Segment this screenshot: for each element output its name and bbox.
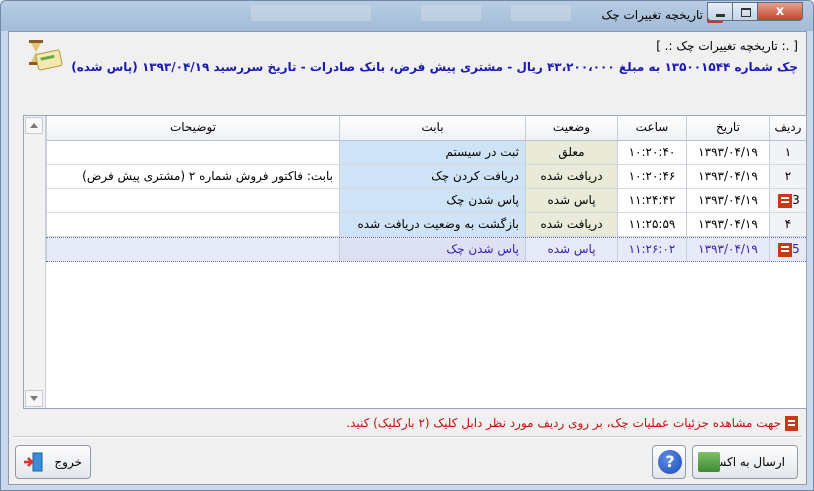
cell-description <box>46 141 339 164</box>
exit-label: خروج <box>54 455 82 469</box>
cell-babat: دریافت کردن چک <box>339 165 525 188</box>
cell-time: ۱۱:۲۶:۰۲ <box>617 238 686 261</box>
cell-radif: ۱ <box>769 141 806 164</box>
cell-date: ۱۳۹۳/۰۴/۱۹ <box>686 165 769 188</box>
column-header-babat[interactable]: بابت <box>339 116 525 140</box>
history-table[interactable]: ردیف تاریخ ساعت وضعیت بابت توضیحات ۱ ۱۳۹… <box>23 115 807 409</box>
minimize-button[interactable] <box>707 2 733 21</box>
vertical-scrollbar[interactable] <box>24 116 46 408</box>
cell-babat: ثبت در سیستم <box>339 141 525 164</box>
column-header-status[interactable]: وضعیت <box>525 116 617 140</box>
close-button[interactable]: x <box>757 2 803 21</box>
dialog-client-area: [ .: تاریخچه تغییرات چک :. ] چک شماره ۱۳… <box>8 31 807 485</box>
column-header-date[interactable]: تاریخ <box>686 116 769 140</box>
scroll-up-arrow-icon[interactable] <box>25 117 43 134</box>
cell-time: ۱۰:۲۰:۴۰ <box>617 141 686 164</box>
cell-time: ۱۱:۲۵:۵۹ <box>617 213 686 236</box>
help-icon: ? <box>658 450 682 474</box>
exit-button[interactable]: خروج <box>15 445 91 479</box>
background-window-ghost <box>421 5 481 21</box>
help-button[interactable]: ? <box>652 445 686 479</box>
row-radif-value: 5 <box>792 242 800 256</box>
check-operation-icon[interactable] <box>778 242 793 257</box>
section-label: [ .: تاریخچه تغییرات چک :. ] <box>656 39 798 53</box>
cell-status: پاس شده <box>525 238 617 261</box>
column-header-description[interactable]: توضیحات <box>46 116 339 140</box>
cell-description <box>46 189 339 212</box>
table-header: ردیف تاریخ ساعت وضعیت بابت توضیحات <box>46 116 806 141</box>
check-summary: چک شماره ۱۳۵۰۰۱۵۴۴ به مبلغ ۴۳،۲۰۰،۰۰۰ ری… <box>71 60 798 74</box>
cell-babat: بازگشت به وضعیت دریافت شده <box>339 213 525 236</box>
cell-time: ۱۱:۲۴:۴۲ <box>617 189 686 212</box>
table-row[interactable]: ۴ ۱۳۹۳/۰۴/۱۹ ۱۱:۲۵:۵۹ دریافت شده بازگشت … <box>46 213 806 237</box>
cell-time: ۱۰:۲۰:۴۶ <box>617 165 686 188</box>
cell-date: ۱۳۹۳/۰۴/۱۹ <box>686 141 769 164</box>
hint-text: جهت مشاهده جزئیات عملیات چک، بر روی ردیف… <box>346 416 798 431</box>
cell-date: ۱۳۹۳/۰۴/۱۹ <box>686 189 769 212</box>
cell-status: دریافت شده <box>525 213 617 236</box>
cell-radif: 5 <box>769 238 806 261</box>
cell-radif: 3 <box>769 189 806 212</box>
background-window-ghost <box>511 5 571 21</box>
send-to-excel-button[interactable]: ارسال به اکسل <box>692 445 798 479</box>
cell-description <box>46 238 339 261</box>
maximize-button[interactable] <box>732 2 758 21</box>
table-row-selected[interactable]: 5 ۱۳۹۳/۰۴/۱۹ ۱۱:۲۶:۰۲ پاس شده پاس شدن چک <box>46 237 806 262</box>
title-bar[interactable]: تاریخچه تغییرات چک x <box>1 1 813 31</box>
row-radif-value: 3 <box>792 193 800 207</box>
table-row[interactable]: 3 ۱۳۹۳/۰۴/۱۹ ۱۱:۲۴:۴۲ پاس شده پاس شدن چک <box>46 189 806 213</box>
background-window-ghost <box>251 5 371 21</box>
cell-status: دریافت شده <box>525 165 617 188</box>
window-title: تاریخچه تغییرات چک <box>601 8 703 22</box>
column-header-radif[interactable]: ردیف <box>769 116 806 140</box>
column-header-time[interactable]: ساعت <box>617 116 686 140</box>
hint-message: جهت مشاهده جزئیات عملیات چک، بر روی ردیف… <box>346 416 781 430</box>
cell-radif: ۴ <box>769 213 806 236</box>
check-operation-icon[interactable] <box>778 193 793 208</box>
cell-babat: پاس شدن چک <box>339 238 525 261</box>
cell-description <box>46 213 339 236</box>
excel-icon <box>698 452 720 472</box>
scroll-down-arrow-icon[interactable] <box>25 390 43 407</box>
hourglass-check-icon <box>29 40 63 71</box>
cell-date: ۱۳۹۳/۰۴/۱۹ <box>686 213 769 236</box>
cell-babat: پاس شدن چک <box>339 189 525 212</box>
table-row[interactable]: ۱ ۱۳۹۳/۰۴/۱۹ ۱۰:۲۰:۴۰ معلق ثبت در سیستم <box>46 141 806 165</box>
check-operation-icon <box>785 416 798 431</box>
cell-radif: ۲ <box>769 165 806 188</box>
table-row[interactable]: ۲ ۱۳۹۳/۰۴/۱۹ ۱۰:۲۰:۴۶ دریافت شده دریافت … <box>46 165 806 189</box>
cell-description: بابت: فاکتور فروش شماره ۲ (مشتری پیش فرض… <box>46 165 339 188</box>
cell-status: معلق <box>525 141 617 164</box>
cell-date: ۱۳۹۳/۰۴/۱۹ <box>686 238 769 261</box>
dialog-window: تاریخچه تغییرات چک x [ .: تاریخچه تغییرا… <box>0 0 814 491</box>
exit-door-icon <box>24 452 43 472</box>
divider <box>13 436 802 438</box>
cell-status: پاس شده <box>525 189 617 212</box>
